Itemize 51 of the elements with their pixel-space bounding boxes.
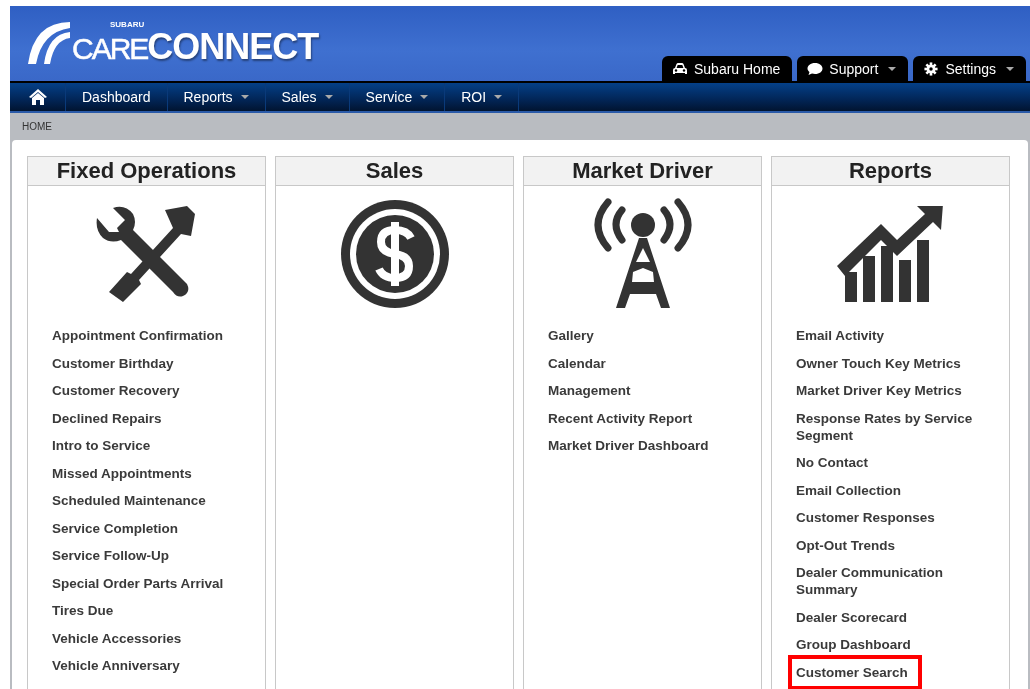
gear-icon [923, 62, 940, 76]
report-link[interactable]: Market Driver Dashboard [548, 432, 709, 460]
panel-title: Fixed Operations [28, 157, 265, 186]
report-link[interactable]: Special Order Parts Arrival [52, 569, 224, 597]
report-link[interactable]: Opt-Out Trends [796, 531, 895, 559]
dollar-coin-icon [338, 198, 451, 310]
report-link[interactable]: Calendar [548, 349, 606, 377]
report-link[interactable]: Owner Touch Key Metrics [796, 349, 961, 377]
report-link[interactable]: Market Driver Key Metrics [796, 377, 962, 405]
report-link[interactable]: Dealer Communication Summary [796, 559, 997, 604]
panel-title: Reports [772, 157, 1009, 186]
header-tab[interactable]: Settings [913, 56, 1026, 81]
logo-brand: SUBARU [110, 20, 145, 29]
panel-title: Sales [276, 157, 513, 186]
report-link[interactable]: Group Dashboard [796, 631, 911, 659]
report-link[interactable]: Scheduled Maintenance [52, 487, 206, 515]
nav-menu-item[interactable]: Service [349, 83, 446, 111]
header-tab[interactable]: Support [797, 56, 909, 81]
logo-text: CARE [72, 32, 148, 66]
header-tab[interactable]: Subaru Home [661, 56, 793, 81]
report-link[interactable]: Service Completion [52, 514, 179, 542]
breadcrumb[interactable]: HOME [22, 121, 52, 132]
nav-menu-item[interactable]: Dashboard [66, 83, 168, 111]
speech-bubble-icon [807, 62, 824, 76]
report-link[interactable]: Customer Birthday [52, 349, 174, 377]
logo-text: CONNECT [147, 26, 319, 68]
nav-menu-item[interactable]: ROI [445, 83, 520, 111]
report-link[interactable]: Management [548, 377, 631, 405]
nav-menu-item[interactable]: Sales [265, 83, 350, 111]
report-link[interactable]: Appointment Confirmation [52, 322, 223, 350]
panel-title: Market Driver [524, 157, 761, 186]
report-link[interactable]: Response Rates by Service Segment [796, 404, 997, 449]
report-link[interactable]: Recent Activity Report [548, 404, 693, 432]
report-link[interactable]: Vehicle Anniversary [52, 652, 180, 680]
report-link[interactable]: Vehicle Accessories [52, 624, 182, 652]
growth-chart-icon [836, 206, 945, 302]
report-link[interactable]: Email Activity [796, 322, 885, 350]
report-link[interactable]: Customer Recovery [52, 377, 180, 405]
report-link[interactable]: Missed Appointments [52, 459, 192, 487]
report-link[interactable]: Dealer Scorecard [796, 603, 908, 631]
report-link[interactable]: Gallery [548, 322, 594, 350]
report-link[interactable]: Customer Responses [796, 504, 935, 532]
report-link[interactable]: Tires Due [52, 597, 114, 625]
report-link[interactable]: Email Collection [796, 476, 902, 504]
report-link[interactable]: Intro to Service [52, 432, 151, 460]
nav-menu-item[interactable]: Reports [167, 83, 266, 111]
report-link[interactable]: Declined Repairs [52, 404, 162, 432]
home-icon [27, 88, 48, 106]
report-link[interactable]: Service Follow-Up [52, 542, 170, 570]
report-link[interactable]: No Contact [796, 449, 868, 477]
car-icon [671, 62, 688, 76]
